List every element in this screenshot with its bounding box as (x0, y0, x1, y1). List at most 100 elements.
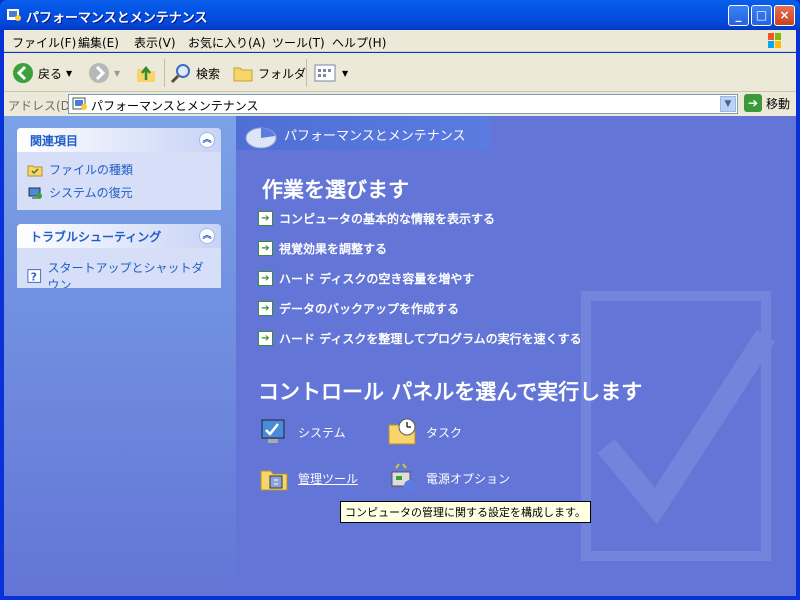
task-label: ハード ディスクを整理してプログラムの実行を速くする (279, 332, 582, 346)
title-bar[interactable]: パフォーマンスとメンテナンス _ □ × (0, 0, 800, 30)
task-label: 視覚効果を調整する (279, 242, 388, 256)
menu-tools[interactable]: ツール(T) (272, 34, 325, 51)
views-icon (314, 64, 336, 82)
system-icon (261, 419, 285, 443)
cp-item-label: 管理ツール (298, 471, 359, 486)
control-panel-icon (72, 97, 87, 110)
cp-item-admin-tools[interactable]: 管理ツール (258, 462, 358, 494)
task-pane: 関連項目 ︽ ファイルの種類 システムの復元 トラブルシューティング ︽ ? ス… (4, 116, 236, 596)
collapse-icon[interactable]: ︽ (199, 132, 215, 148)
sidebar-item-label: システムの復元 (49, 186, 133, 200)
views-dropdown-icon[interactable]: ▼ (342, 69, 348, 78)
task-label: ハード ディスクの空き容量を増やす (279, 272, 475, 286)
sidebar-item-file-types[interactable]: ファイルの種類 (17, 158, 221, 181)
toolbar-separator (164, 59, 165, 87)
help-icon: ? (27, 269, 42, 284)
search-label: 検索 (196, 66, 221, 81)
task-link[interactable]: ➔ ハード ディスクを整理してプログラムの実行を速くする (258, 330, 582, 347)
svg-text:?: ? (31, 271, 37, 284)
related-topics-title: 関連項目 (30, 133, 79, 148)
menu-edit[interactable]: 編集(E) (78, 34, 119, 51)
toolbar: 戻る ▼ ▼ 検索 フォルダ ▼ (4, 53, 796, 92)
cp-item-tasks[interactable]: タスク (386, 416, 462, 448)
arrow-right-icon: ➔ (258, 211, 273, 226)
back-dropdown-icon[interactable]: ▼ (66, 69, 72, 78)
forward-arrow-icon (89, 63, 109, 83)
cp-item-label: システム (298, 425, 346, 440)
category-banner: パフォーマンスとメンテナンス (236, 116, 490, 150)
address-value: パフォーマンスとメンテナンス (91, 99, 259, 113)
windows-logo-icon (768, 33, 781, 48)
troubleshooting-title: トラブルシューティング (30, 229, 162, 244)
folder-up-icon (137, 65, 155, 82)
administrative-tools-icon (260, 470, 288, 491)
task-label: データのバックアップを作成する (279, 302, 460, 316)
task-label: コンピュータの基本的な情報を表示する (279, 212, 496, 226)
close-icon: × (779, 8, 790, 22)
maximize-icon: □ (755, 8, 768, 22)
troubleshooting-header[interactable]: トラブルシューティング ︽ (17, 224, 221, 248)
content-area: 関連項目 ︽ ファイルの種類 システムの復元 トラブルシューティング ︽ ? ス… (4, 116, 796, 596)
sidebar-item-system-restore[interactable]: システムの復元 (17, 181, 221, 204)
control-panel-icon (7, 9, 21, 21)
tooltip: コンピュータの管理に関する設定を構成します。 (340, 501, 591, 523)
cp-item-label: 電源オプション (426, 471, 511, 486)
cp-item-system[interactable]: システム (258, 416, 346, 448)
views-button[interactable]: ▼ (314, 61, 348, 85)
task-link[interactable]: ➔ ハード ディスクの空き容量を増やす (258, 270, 474, 287)
pick-control-panel-heading: コントロール パネルを選んで実行します (258, 380, 643, 404)
cp-item-power-options[interactable]: 電源オプション (386, 462, 510, 494)
power-options-icon (391, 463, 416, 492)
task-link[interactable]: ➔ データのバックアップを作成する (258, 300, 459, 317)
maximize-button[interactable]: □ (751, 5, 772, 26)
menu-bar: ファイル(F) 編集(E) 表示(V) お気に入り(A) ツール(T) ヘルプ(… (4, 30, 796, 52)
folders-icon (233, 67, 253, 82)
related-topics-header[interactable]: 関連項目 ︽ (17, 128, 221, 152)
forward-dropdown-icon[interactable]: ▼ (114, 69, 120, 78)
close-button[interactable]: × (774, 5, 795, 26)
back-arrow-icon (13, 63, 33, 83)
task-link[interactable]: ➔ コンピュータの基本的な情報を表示する (258, 210, 495, 227)
address-label: アドレス(D) (8, 99, 75, 113)
scheduled-tasks-icon (388, 418, 416, 445)
go-label: 移動 (766, 96, 791, 111)
system-restore-icon (28, 187, 42, 199)
collapse-icon[interactable]: ︽ (199, 228, 215, 244)
up-button[interactable] (134, 61, 158, 85)
arrow-right-icon: ➔ (258, 301, 273, 316)
forward-button[interactable]: ▼ (88, 61, 120, 85)
address-bar: アドレス(D) パフォーマンスとメンテナンス ▼ ➔ 移動 (4, 92, 796, 116)
file-types-icon (27, 165, 43, 176)
back-label: 戻る (38, 66, 63, 81)
address-dropdown-icon[interactable]: ▼ (720, 96, 736, 112)
explorer-window: パフォーマンスとメンテナンス _ □ × ファイル(F) 編集(E) 表示(V)… (0, 0, 800, 600)
cp-item-label: タスク (426, 425, 463, 440)
menu-favorites[interactable]: お気に入り(A) (188, 34, 266, 51)
menu-view[interactable]: 表示(V) (134, 34, 176, 51)
back-button[interactable]: 戻る ▼ (12, 61, 72, 85)
performance-maintenance-icon (245, 127, 277, 149)
arrow-right-icon: ➔ (258, 241, 273, 256)
search-icon (170, 64, 190, 84)
folders-label: フォルダ (258, 66, 307, 81)
task-link[interactable]: ➔ 視覚効果を調整する (258, 240, 387, 257)
arrow-right-icon: ➔ (258, 331, 273, 346)
sidebar-item-label: ファイルの種類 (49, 163, 134, 177)
toolbar-separator (306, 59, 307, 87)
pick-task-heading: 作業を選びます (262, 178, 409, 202)
folders-button[interactable]: フォルダ (232, 61, 306, 85)
minimize-button[interactable]: _ (728, 5, 749, 26)
category-title: パフォーマンスとメンテナンス (284, 129, 466, 144)
menu-file[interactable]: ファイル(F) (12, 34, 76, 51)
window-title: パフォーマンスとメンテナンス (26, 11, 208, 26)
checkmark-watermark-icon (581, 291, 776, 561)
troubleshooting-panel: トラブルシューティング ︽ ? スタートアップとシャットダウン (17, 224, 221, 288)
go-button[interactable]: ➔ 移動 (744, 94, 790, 112)
arrow-right-icon: ➔ (258, 271, 273, 286)
go-arrow-icon: ➔ (744, 94, 762, 112)
menu-help[interactable]: ヘルプ(H) (332, 34, 386, 51)
search-button[interactable]: 検索 (170, 61, 220, 85)
address-input[interactable]: パフォーマンスとメンテナンス ▼ (68, 94, 738, 114)
sidebar-item-startup-shutdown[interactable]: ? スタートアップとシャットダウン (17, 256, 221, 288)
sidebar-item-label: スタートアップとシャットダウン (47, 261, 204, 288)
